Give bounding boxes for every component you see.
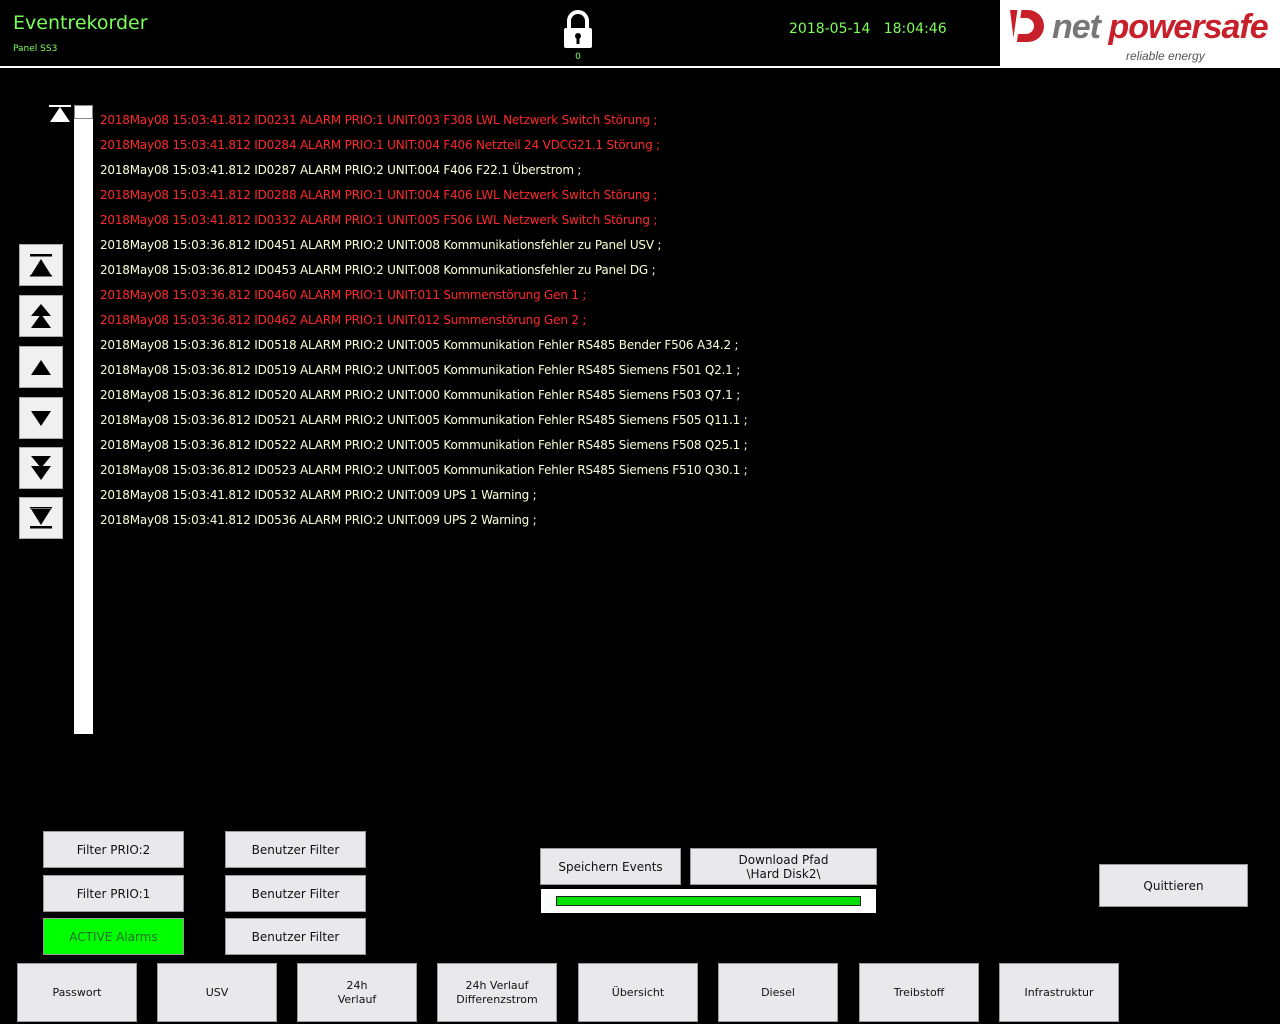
header-divider xyxy=(0,66,1000,68)
nav-button-infrastruktur[interactable]: Infrastruktur xyxy=(999,963,1119,1022)
nav-button-label: USV xyxy=(205,985,229,999)
scroll-first-icon xyxy=(30,254,52,277)
nav-button-label: Passwort xyxy=(52,985,102,999)
save-events-button[interactable]: Speichern Events xyxy=(540,848,681,885)
datetime: 2018-05-14 18:04:46 xyxy=(789,21,947,37)
save-progress-fill xyxy=(556,896,861,906)
acknowledge-button[interactable]: Quittieren xyxy=(1099,864,1248,907)
nav-button-usv[interactable]: USV xyxy=(157,963,277,1022)
page-title: Eventrekorder xyxy=(13,12,148,34)
event-row[interactable]: 2018May08 15:03:36.812 ID0523 ALARM PRIO… xyxy=(100,460,1000,485)
event-row[interactable]: 2018May08 15:03:41.812 ID0536 ALARM PRIO… xyxy=(100,510,1000,535)
nav-button-differenzstrom[interactable]: 24h Verlauf Differenzstrom xyxy=(437,963,557,1022)
event-row[interactable]: 2018May08 15:03:36.812 ID0520 ALARM PRIO… xyxy=(100,385,1000,410)
page-down-icon xyxy=(31,456,51,480)
nav-button-diesel[interactable]: Diesel xyxy=(718,963,838,1022)
save-progress xyxy=(541,889,876,913)
page-up-button[interactable] xyxy=(19,295,63,337)
nav-button-sublabel: Differenzstrom xyxy=(456,992,538,1006)
scroll-last-icon xyxy=(30,507,52,529)
user-filter-1-button[interactable]: Benutzer Filter xyxy=(225,831,366,868)
nav-button-label: Treibstoff xyxy=(893,985,945,999)
line-up-button[interactable] xyxy=(19,346,63,388)
event-row[interactable]: 2018May08 15:03:36.812 ID0518 ALARM PRIO… xyxy=(100,335,1000,360)
event-list[interactable]: 2018May08 15:03:41.812 ID0231 ALARM PRIO… xyxy=(100,110,1000,535)
line-down-button[interactable] xyxy=(19,397,63,439)
nav-button-label: 24h Verlauf xyxy=(465,978,529,992)
event-row[interactable]: 2018May08 15:03:36.812 ID0460 ALARM PRIO… xyxy=(100,285,1000,310)
event-row[interactable]: 2018May08 15:03:41.812 ID0288 ALARM PRIO… xyxy=(100,185,1000,210)
page-up-icon xyxy=(31,304,51,328)
logo-wordmark: net powersafe xyxy=(1052,8,1269,47)
logo-part-net: net xyxy=(1052,8,1101,46)
event-row[interactable]: 2018May08 15:03:41.812 ID0332 ALARM PRIO… xyxy=(100,210,1000,235)
lock-icon[interactable] xyxy=(561,10,595,50)
download-path-value: \Hard Disk2\ xyxy=(746,866,821,881)
event-row[interactable]: 2018May08 15:03:36.812 ID0521 ALARM PRIO… xyxy=(100,410,1000,435)
scrollbar-track[interactable] xyxy=(74,118,93,734)
logo-mark-icon xyxy=(1010,5,1044,49)
nav-button-label: Übersicht xyxy=(611,985,665,999)
lock-counter: 0 xyxy=(575,52,581,62)
panel-label: Panel SS3 xyxy=(13,44,58,54)
scroll-last-button[interactable] xyxy=(19,497,63,539)
nav-button-label: Diesel xyxy=(761,985,795,999)
event-row[interactable]: 2018May08 15:03:41.812 ID0287 ALARM PRIO… xyxy=(100,160,1000,185)
download-path-label: Download Pfad xyxy=(738,852,829,867)
event-row[interactable]: 2018May08 15:03:36.812 ID0451 ALARM PRIO… xyxy=(100,235,1000,260)
scroll-top-marker-icon xyxy=(49,105,71,122)
user-filter-2-button[interactable]: Benutzer Filter xyxy=(225,875,366,912)
line-down-icon xyxy=(31,411,51,426)
nav-button-label: 24h xyxy=(346,978,368,992)
nav-button-passwort[interactable]: Passwort xyxy=(17,963,137,1022)
event-row[interactable]: 2018May08 15:03:41.812 ID0284 ALARM PRIO… xyxy=(100,135,1000,160)
event-row[interactable]: 2018May08 15:03:36.812 ID0453 ALARM PRIO… xyxy=(100,260,1000,285)
scrollbar-thumb[interactable] xyxy=(74,105,93,119)
event-row[interactable]: 2018May08 15:03:36.812 ID0522 ALARM PRIO… xyxy=(100,435,1000,460)
event-row[interactable]: 2018May08 15:03:36.812 ID0519 ALARM PRIO… xyxy=(100,360,1000,385)
date-text: 2018-05-14 xyxy=(789,21,871,37)
logo-tagline: reliable energy xyxy=(1126,49,1205,63)
line-up-icon xyxy=(31,360,51,375)
page-down-button[interactable] xyxy=(19,447,63,489)
nav-button-treibstoff[interactable]: Treibstoff xyxy=(859,963,979,1022)
event-row[interactable]: 2018May08 15:03:41.812 ID0532 ALARM PRIO… xyxy=(100,485,1000,510)
nav-button-label: Infrastruktur xyxy=(1024,985,1094,999)
nav-button-sublabel: Verlauf xyxy=(337,992,377,1006)
nav-button-uebersicht[interactable]: Übersicht xyxy=(578,963,698,1022)
scroll-first-button[interactable] xyxy=(19,244,63,286)
logo-part-powersafe: powersafe xyxy=(1108,8,1268,46)
filter-prio1-button[interactable]: Filter PRIO:1 xyxy=(43,875,184,912)
user-filter-3-button[interactable]: Benutzer Filter xyxy=(225,918,366,955)
active-alarms-button[interactable]: ACTIVE Alarms xyxy=(43,918,184,955)
event-row[interactable]: 2018May08 15:03:41.812 ID0231 ALARM PRIO… xyxy=(100,110,1000,135)
time-text: 18:04:46 xyxy=(883,21,947,37)
filter-prio2-button[interactable]: Filter PRIO:2 xyxy=(43,831,184,868)
download-path-button[interactable]: Download Pfad \Hard Disk2\ xyxy=(690,848,877,885)
event-row[interactable]: 2018May08 15:03:36.812 ID0462 ALARM PRIO… xyxy=(100,310,1000,335)
nav-button-24h-verlauf[interactable]: 24h Verlauf xyxy=(297,963,417,1022)
